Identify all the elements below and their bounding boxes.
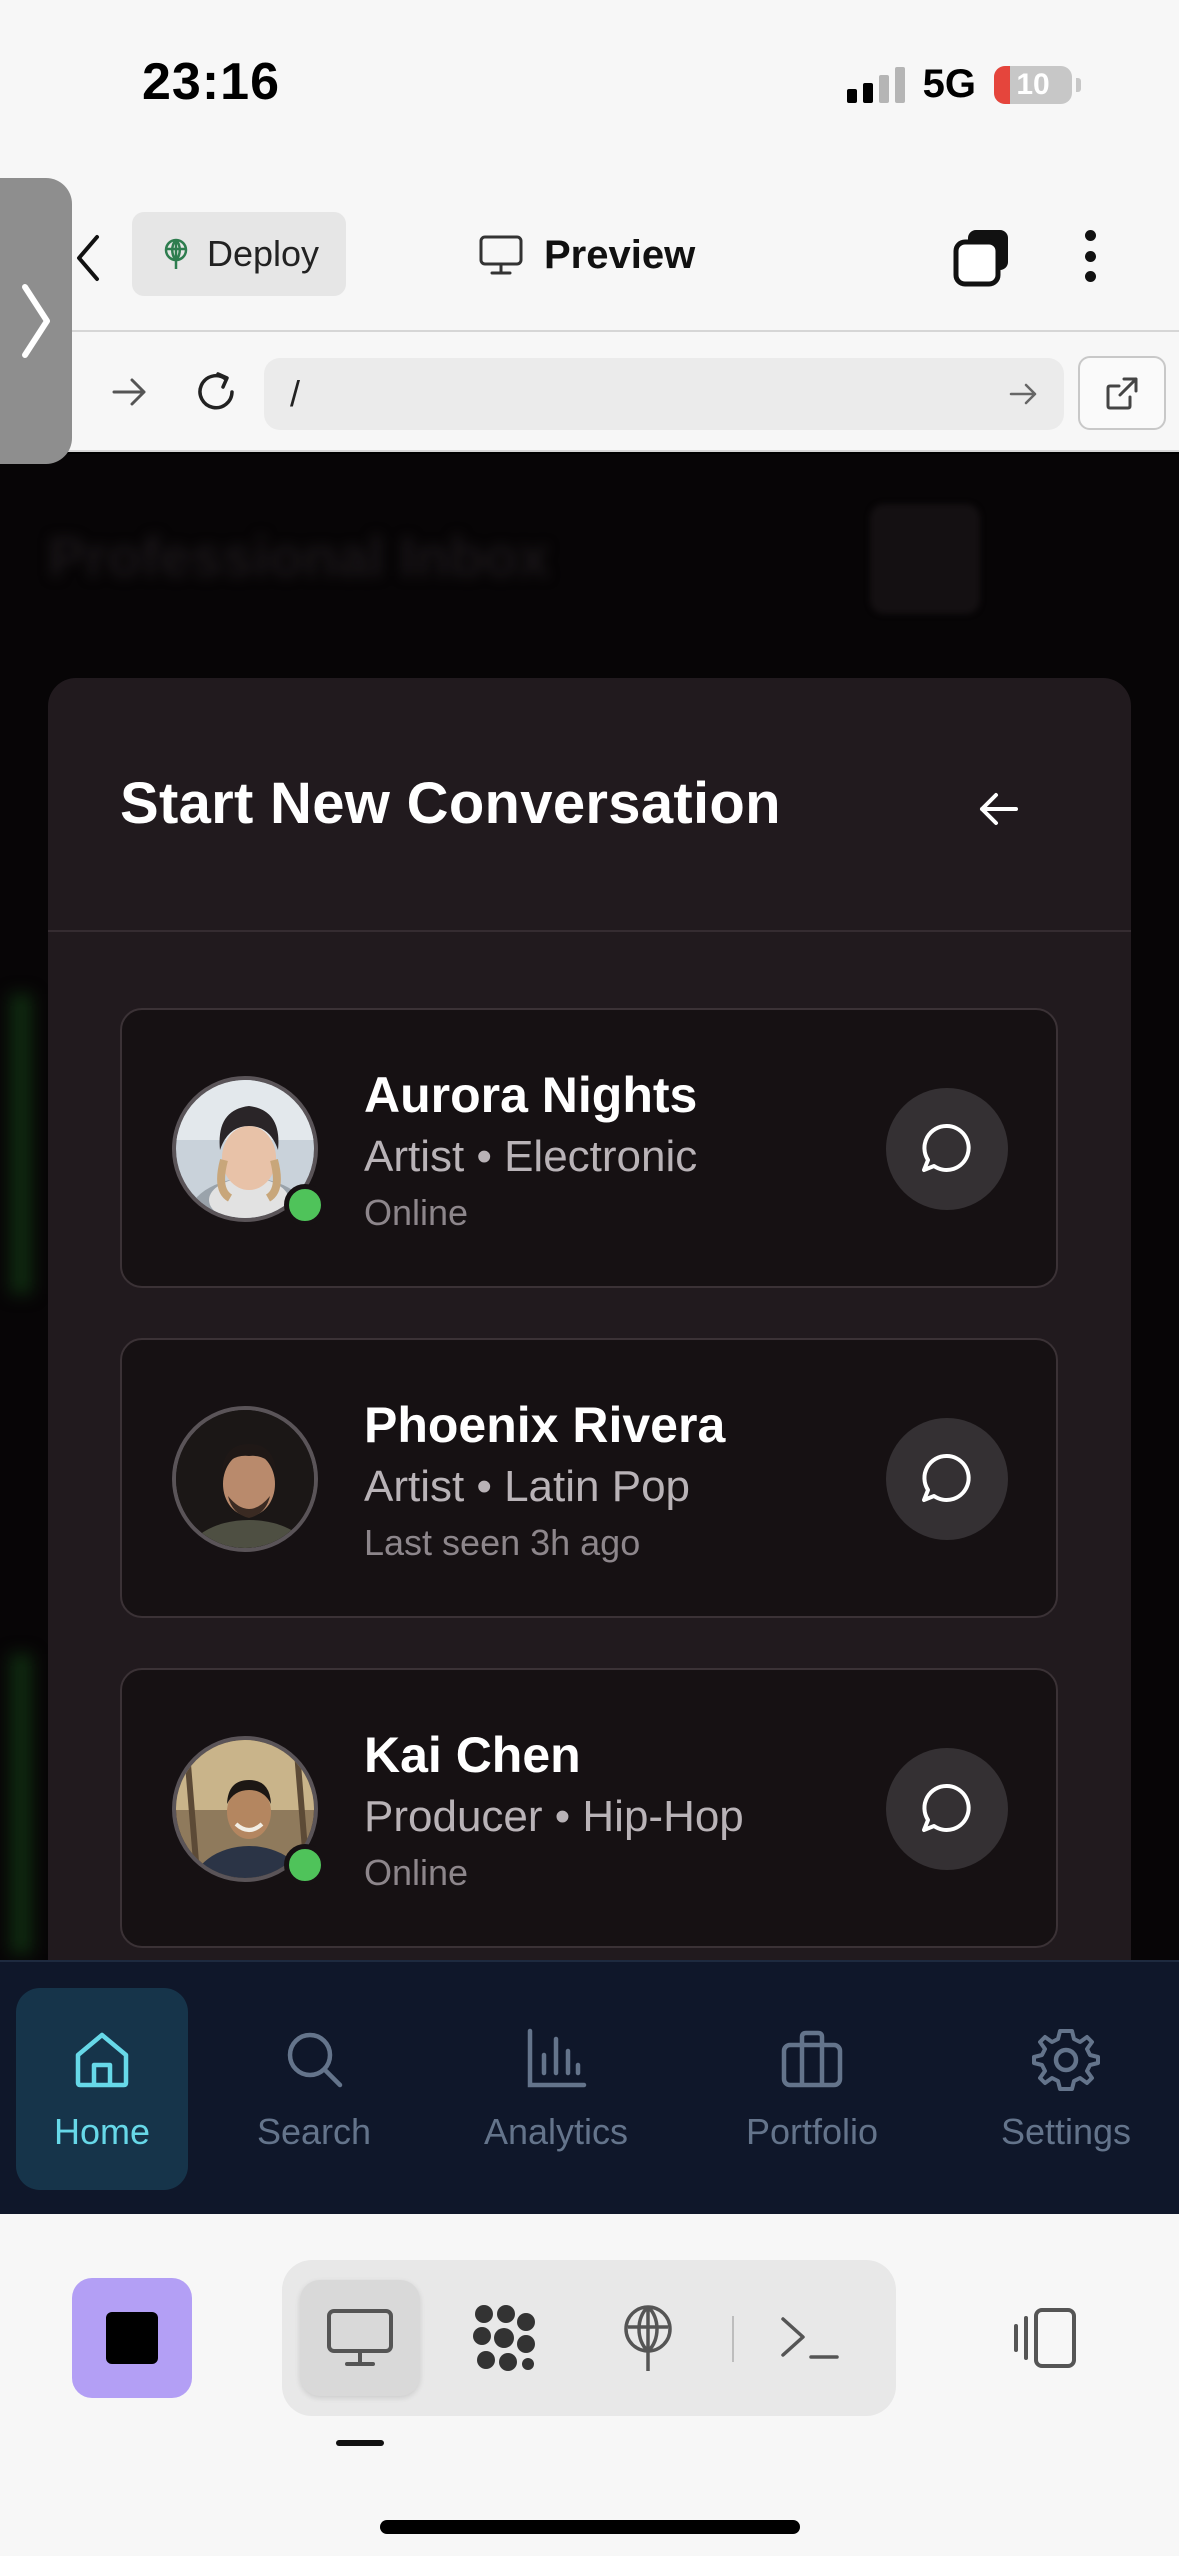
deploy-button[interactable]: Deploy	[132, 212, 346, 296]
chat-bubble-icon	[922, 1123, 971, 1172]
deploy-label: Deploy	[206, 233, 320, 274]
contact-status: Online	[364, 1192, 469, 1233]
tabs-icon[interactable]	[950, 226, 1014, 290]
more-options-icon[interactable]	[1072, 224, 1108, 288]
contact-card[interactable]: Aurora Nights Artist • Electronic Online	[120, 1008, 1058, 1288]
analytics-icon	[527, 2028, 587, 2088]
monitor-icon	[479, 235, 523, 275]
stop-icon	[106, 2312, 158, 2364]
cellular-signal-icon	[846, 66, 905, 103]
external-link-icon	[1106, 377, 1138, 410]
chat-bubble-icon	[922, 1783, 971, 1832]
back-arrow-icon[interactable]	[972, 782, 1026, 836]
briefcase-icon	[781, 2030, 843, 2088]
status-time: 23:16	[142, 53, 280, 111]
online-indicator	[284, 1844, 326, 1886]
message-button[interactable]	[886, 1748, 1008, 1870]
preview-tool-button[interactable]	[300, 2280, 420, 2396]
active-tool-indicator	[336, 2440, 384, 2446]
deploy-tree-icon	[164, 238, 188, 269]
nav-label-settings: Settings	[1000, 2111, 1132, 2152]
nav-label-home: Home	[53, 2111, 151, 2152]
chevron-right-icon	[22, 284, 50, 358]
bottom-navigation: Home Search Analytics Portfolio Settings	[0, 1960, 1179, 2214]
tool-divider	[732, 2316, 734, 2362]
contact-card[interactable]: Kai Chen Producer • Hip-Hop Online	[120, 1668, 1058, 1948]
url-row	[0, 330, 1179, 452]
background-accent	[10, 1654, 32, 1954]
battery-icon: 10	[994, 65, 1072, 104]
app-header-action	[870, 504, 980, 614]
stop-button[interactable]	[72, 2278, 192, 2398]
nav-item-home[interactable]: Home	[16, 1988, 188, 2190]
cluster-icon	[473, 2305, 535, 2371]
nav-label-analytics: Analytics	[483, 2111, 629, 2152]
terminal-icon	[781, 2317, 839, 2359]
forward-arrow-icon[interactable]	[110, 372, 150, 412]
nav-label-portfolio: Portfolio	[745, 2111, 879, 2152]
status-bar: 23:16 5G 10	[0, 0, 1179, 180]
modal-title: Start New Conversation	[120, 771, 781, 836]
contact-status: Last seen 3h ago	[364, 1522, 641, 1563]
terminal-tool-button[interactable]	[750, 2280, 870, 2396]
agents-tool-button[interactable]	[444, 2280, 564, 2396]
nav-item-portfolio[interactable]: Portfolio	[720, 1988, 904, 2190]
preview-label: Preview	[544, 232, 696, 277]
message-button[interactable]	[886, 1418, 1008, 1540]
contact-card[interactable]: Phoenix Rivera Artist • Latin Pop Last s…	[120, 1338, 1058, 1618]
status-indicators: 5G 10	[846, 62, 1081, 107]
deploy-tree-icon	[624, 2305, 672, 2371]
panel-toggle-icon[interactable]	[1010, 2306, 1080, 2370]
background-accent	[10, 994, 32, 1294]
app-header-title: Professional Inbox	[48, 525, 549, 588]
nav-label-search: Search	[256, 2111, 372, 2152]
search-icon	[287, 2032, 343, 2088]
modal-header: Start New Conversation	[48, 678, 1131, 932]
contact-status: Online	[364, 1852, 469, 1893]
gear-icon	[1032, 2029, 1100, 2091]
deploy-tool-button[interactable]	[588, 2280, 708, 2396]
ide-bottom-bar	[0, 2214, 1179, 2556]
online-indicator	[284, 1184, 326, 1226]
contact-role: Artist • Electronic	[364, 1132, 698, 1181]
avatar	[172, 1406, 318, 1552]
battery-level: 10	[1016, 67, 1050, 101]
browser-toolbar: Deploy Preview	[0, 180, 1179, 330]
message-button[interactable]	[886, 1088, 1008, 1210]
nav-item-search[interactable]: Search	[226, 1988, 402, 2190]
preview-button[interactable]: Preview	[478, 220, 695, 290]
side-panel-handle[interactable]	[0, 178, 72, 464]
nav-item-settings[interactable]: Settings	[974, 1988, 1158, 2190]
home-indicator[interactable]	[380, 2520, 800, 2534]
contact-role: Producer • Hip-Hop	[364, 1792, 744, 1841]
reload-icon[interactable]	[192, 368, 240, 416]
go-arrow-icon[interactable]	[1008, 378, 1040, 410]
contact-name: Phoenix Rivera	[364, 1397, 726, 1453]
contact-name: Kai Chen	[364, 1727, 581, 1783]
nav-item-analytics[interactable]: Analytics	[464, 1988, 648, 2190]
network-type: 5G	[922, 62, 976, 106]
contact-role: Artist • Latin Pop	[364, 1462, 691, 1511]
tool-group	[282, 2260, 896, 2416]
contact-name: Aurora Nights	[364, 1067, 698, 1123]
url-input[interactable]	[264, 358, 1064, 430]
open-external-button[interactable]	[1078, 356, 1166, 430]
chat-bubble-icon	[922, 1453, 971, 1502]
back-chevron-icon[interactable]	[68, 228, 108, 288]
home-icon	[75, 2032, 129, 2088]
new-conversation-modal: Start New Conversation Aurora Nights Art…	[48, 678, 1131, 1960]
battery-tip	[1076, 77, 1081, 92]
monitor-icon	[327, 2309, 393, 2366]
